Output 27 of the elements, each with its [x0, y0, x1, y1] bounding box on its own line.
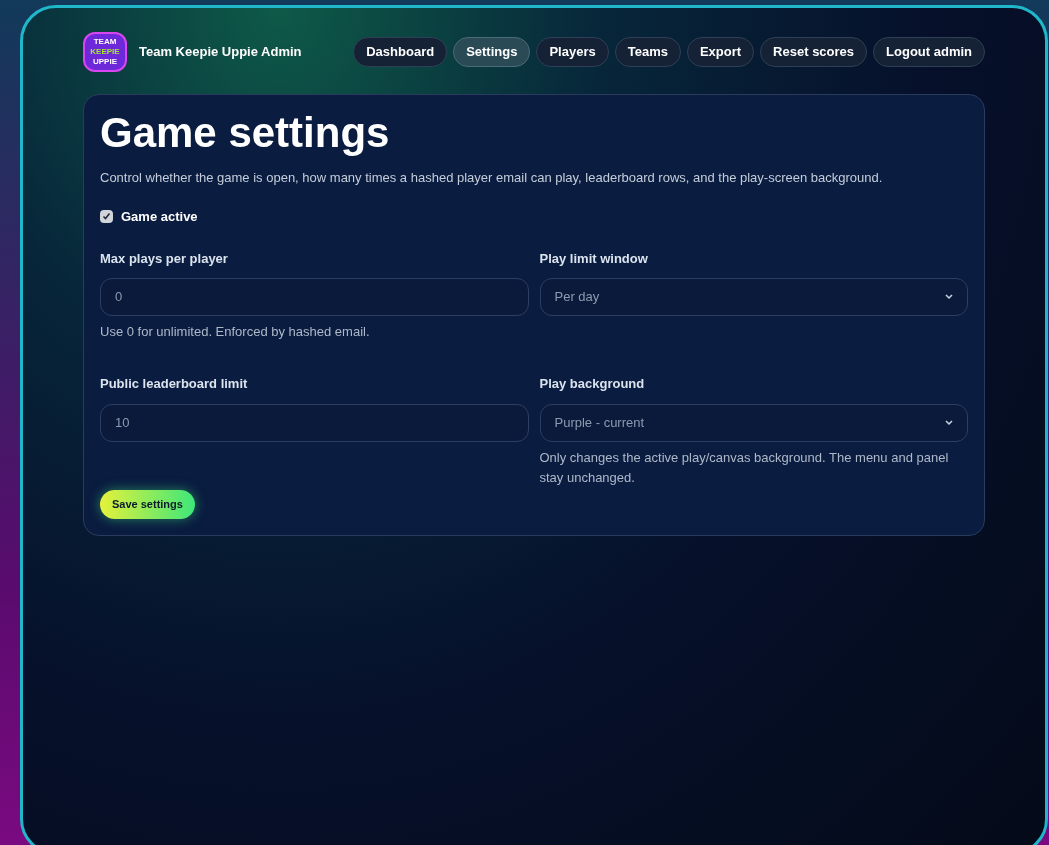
help-text: Only changes the active play/canvas background. The menu and panel stay unchanged.: [539, 448, 950, 487]
page-title: Game settings: [100, 108, 391, 158]
save-button[interactable]: Save settings: [100, 489, 195, 519]
nav-button[interactable]: Settings: [453, 37, 531, 67]
logo: TEAM KEEPIE UPPIE: [83, 32, 127, 72]
nav-button[interactable]: Teams: [614, 37, 681, 67]
field-label: Max plays per player: [100, 249, 229, 268]
nav-button[interactable]: Players: [536, 37, 609, 67]
help-text: Use 0 for unlimited. Enforced by hashed email.: [100, 323, 371, 341]
nav-button[interactable]: Export: [686, 37, 755, 67]
input-field[interactable]: 10: [100, 403, 529, 442]
app-title: Team Keepie Uppie Admin: [139, 43, 302, 62]
nav-button[interactable]: Dashboard: [353, 37, 448, 67]
checkbox-label: Game active: [121, 208, 198, 226]
page-description: Control whether the game is open, how many times a hashed player email can play, leaderboard rows, and the play-screen background.: [100, 168, 884, 187]
chevron-down-icon: [945, 419, 953, 426]
select-field[interactable]: Per day: [539, 278, 968, 316]
field-label: Play limit window: [539, 249, 649, 268]
chevron-down-icon: [945, 294, 953, 300]
field-label: Public leaderboard limit: [100, 375, 249, 393]
checkbox[interactable]: [100, 210, 113, 224]
nav-button[interactable]: Reset scores: [760, 37, 868, 67]
input-field[interactable]: 0: [100, 278, 529, 316]
select-field[interactable]: Purple - current: [539, 403, 968, 442]
nav-button[interactable]: Logout admin: [873, 37, 985, 67]
field-label: Play background: [539, 375, 646, 393]
check-icon: [102, 212, 111, 222]
